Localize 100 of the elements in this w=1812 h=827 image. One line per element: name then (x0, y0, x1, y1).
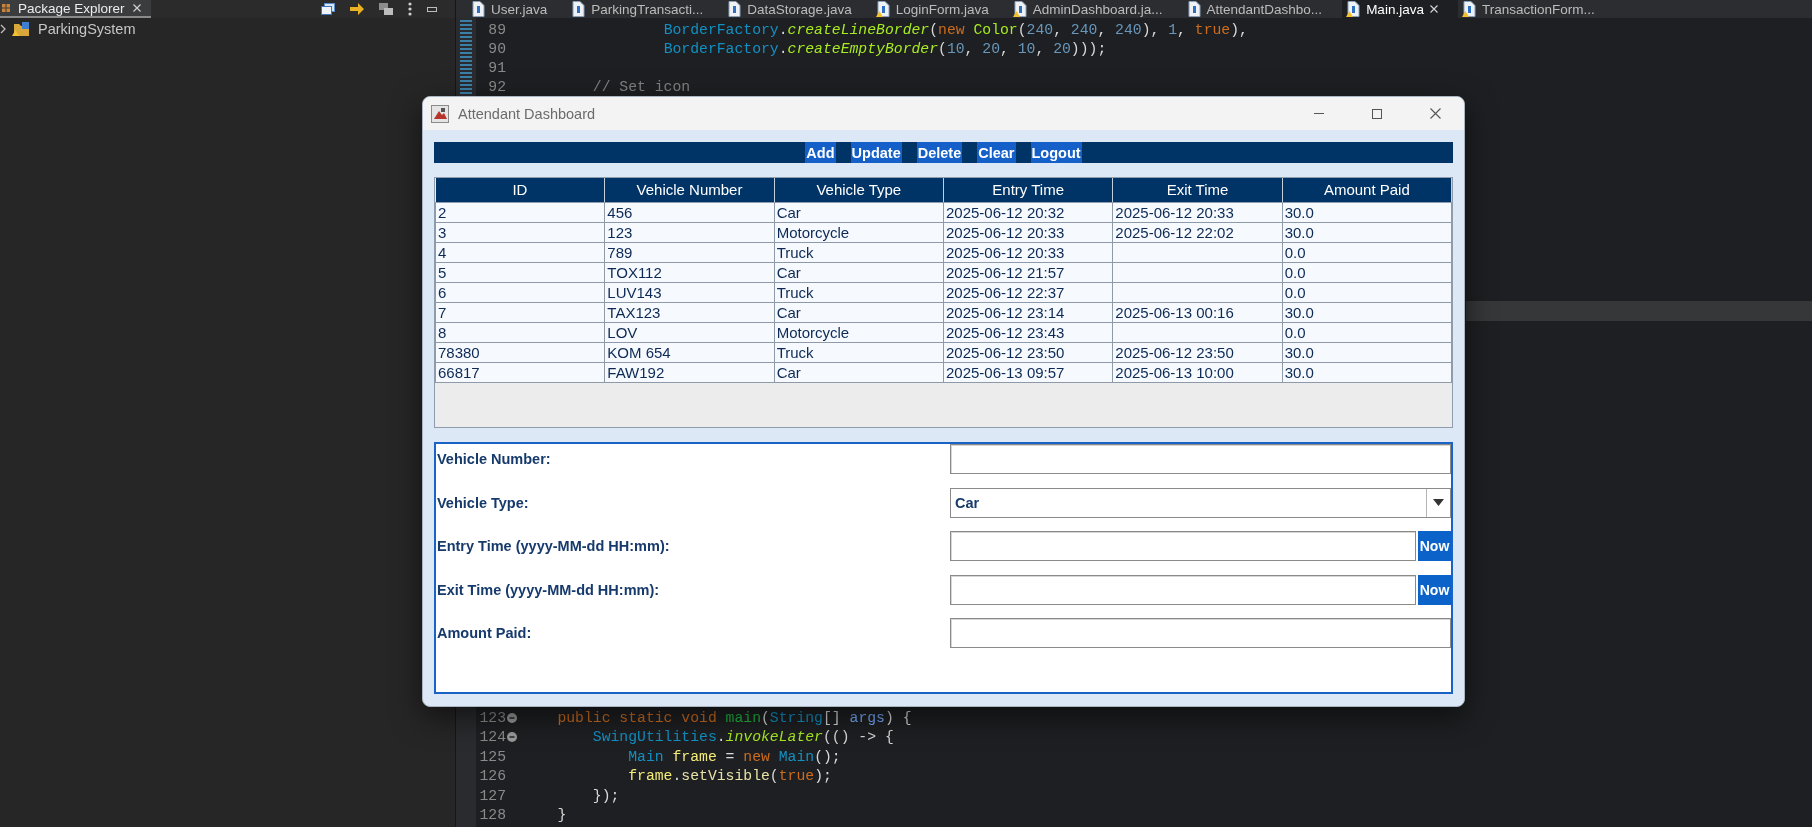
table-row[interactable]: 7 TAX123 Car 2025-06-12 23:14 2025-06-13 00:16 30.0 (435, 302, 1452, 322)
close-icon[interactable] (1429, 5, 1438, 13)
table-row[interactable]: 2 456 Car 2025-06-12 20:32 2025-06-12 20:33 30.0 (435, 202, 1452, 222)
dropdown[interactable]: Car (950, 487, 1451, 518)
fold-icon[interactable] (507, 732, 517, 743)
fold-icon[interactable] (507, 712, 517, 723)
field-label: Entry Time (yyyy-MM-dd HH:mm): (437, 538, 670, 554)
field-label: Amount Paid: (437, 625, 532, 641)
editor-tab[interactable]: DataStorage.java (723, 0, 872, 18)
now-button[interactable]: Now (1418, 574, 1451, 605)
close-icon[interactable] (132, 4, 141, 12)
table-row[interactable]: 3 123 Motorcycle 2025-06-12 20:33 2025-06-12 22:02 30.0 (435, 222, 1452, 242)
table-cell: LUV143 (604, 282, 775, 302)
table-cell: LOV (604, 322, 775, 342)
table-cell: 0.0 (1282, 242, 1452, 262)
table-row[interactable]: 66817 FAW192 Car 2025-06-13 09:57 2025-06-13 10:00 30.0 (435, 362, 1452, 382)
table-cell: 2025-06-12 23:50 (1112, 342, 1283, 362)
line-number: 124 (478, 729, 506, 746)
table-cell: 2025-06-12 22:02 (1112, 222, 1283, 242)
table-cell: 0.0 (1282, 262, 1452, 282)
editor-tab[interactable]: LoginForm.java (871, 0, 1009, 18)
code-line: BorderFactory.createLineBorder(new Color(240, 240, 240), 1, true), (663, 21, 1248, 38)
toolbar-button[interactable]: Logout (1030, 142, 1082, 163)
column-header[interactable]: Amount Paid (1282, 178, 1452, 202)
chevron-icon[interactable] (0, 24, 6, 34)
editor-tab[interactable]: Main.java (1342, 0, 1458, 18)
tree-item[interactable]: ParkingSystem (0, 19, 140, 39)
table-cell: 30.0 (1282, 302, 1452, 322)
table-cell: 2025-06-12 20:33 (943, 242, 1113, 262)
table-cell: 3 (435, 222, 605, 242)
table-cell: Truck (774, 242, 944, 262)
table-cell: 66817 (435, 362, 605, 382)
code-line: frame.setVisible(true); (628, 768, 832, 785)
table-cell: 0.0 (1282, 282, 1452, 302)
table-row[interactable]: 4 789 Truck 2025-06-12 20:33 0.0 (435, 242, 1452, 262)
editor-tab[interactable]: ParkingTransacti... (567, 0, 724, 18)
text-field[interactable] (950, 531, 1416, 561)
squares-icon[interactable] (321, 3, 335, 15)
table-cell: 2025-06-13 09:57 (943, 362, 1113, 382)
table-cell: TOX112 (604, 262, 775, 282)
table-cell: TAX123 (604, 302, 775, 322)
toolbar-button[interactable]: Update (850, 142, 902, 163)
table-cell: 2 (435, 202, 605, 222)
line-number: 91 (487, 59, 506, 76)
column-header[interactable]: Vehicle Type (774, 178, 944, 202)
table-cell: 2025-06-12 21:57 (943, 262, 1113, 282)
column-header[interactable]: Exit Time (1112, 178, 1283, 202)
field-label: Vehicle Type: (437, 494, 529, 511)
more-icon[interactable] (408, 2, 412, 16)
folder-icon (12, 21, 30, 37)
column-header[interactable]: Vehicle Number (604, 178, 775, 202)
text-field[interactable] (950, 618, 1451, 648)
toolbar-button[interactable]: Add (805, 142, 836, 163)
toolbar-button[interactable]: Clear (977, 142, 1016, 163)
text-field[interactable] (950, 574, 1416, 605)
line-number: 92 (487, 78, 506, 95)
caret-icon[interactable] (1433, 499, 1444, 506)
table-row[interactable]: 6 LUV143 Truck 2025-06-12 22:37 0.0 (435, 282, 1452, 302)
editor-tab[interactable]: User.java (467, 0, 568, 18)
table-cell: 5 (435, 262, 605, 282)
table-cell: 7 (435, 302, 605, 322)
arrow-icon[interactable] (350, 3, 364, 15)
table-cell: 456 (604, 202, 775, 222)
table-cell: 2025-06-13 10:00 (1112, 362, 1283, 382)
text-field[interactable] (950, 444, 1451, 474)
table-cell: 0.0 (1282, 322, 1452, 342)
editor-tab[interactable]: TransactionForm... (1457, 0, 1615, 18)
table-row[interactable]: 8 LOV Motorcycle 2025-06-12 23:43 0.0 (435, 322, 1452, 342)
maximize-icon (1372, 108, 1382, 119)
table-cell: Motorcycle (774, 322, 944, 342)
line-number: 126 (478, 768, 506, 785)
line-number: 128 (478, 807, 506, 824)
table-cell: Car (774, 362, 944, 382)
table-cell: 30.0 (1282, 222, 1452, 242)
window-title: Attendant Dashboard (458, 105, 596, 122)
column-header[interactable]: ID (435, 178, 605, 202)
line-number: 89 (487, 21, 506, 38)
editor-tab[interactable]: AdminDashboard.ja... (1008, 0, 1183, 18)
minimize-icon[interactable] (427, 6, 437, 12)
editor-tab[interactable]: AttendantDashbo... (1182, 0, 1343, 18)
view-tab[interactable]: Package Explorer (0, 0, 151, 18)
table-cell: Car (774, 262, 944, 282)
stack-icon[interactable] (379, 3, 393, 15)
table-row[interactable]: 78380 KOM 654 Truck 2025-06-12 23:50 2025-06-12 23:50 30.0 (435, 342, 1452, 362)
code-line: public static void main(String[] args) { (557, 709, 912, 726)
table-row[interactable]: 5 TOX112 Car 2025-06-12 21:57 0.0 (435, 262, 1452, 282)
table-cell: Truck (774, 282, 944, 302)
table-cell: 8 (435, 322, 605, 342)
table-cell: 2025-06-12 23:43 (943, 322, 1113, 342)
table-cell: 2025-06-12 23:50 (943, 342, 1113, 362)
table-cell: 4 (435, 242, 605, 262)
table-cell: FAW192 (604, 362, 775, 382)
column-header[interactable]: Entry Time (943, 178, 1113, 202)
now-button[interactable]: Now (1418, 531, 1451, 561)
table-cell: 78380 (435, 342, 605, 362)
table-cell: 2025-06-12 20:33 (1112, 202, 1283, 222)
table-cell: Truck (774, 342, 944, 362)
table-cell: 2025-06-12 20:33 (943, 222, 1113, 242)
table-cell: KOM 654 (604, 342, 775, 362)
toolbar-button[interactable]: Delete (916, 142, 963, 163)
